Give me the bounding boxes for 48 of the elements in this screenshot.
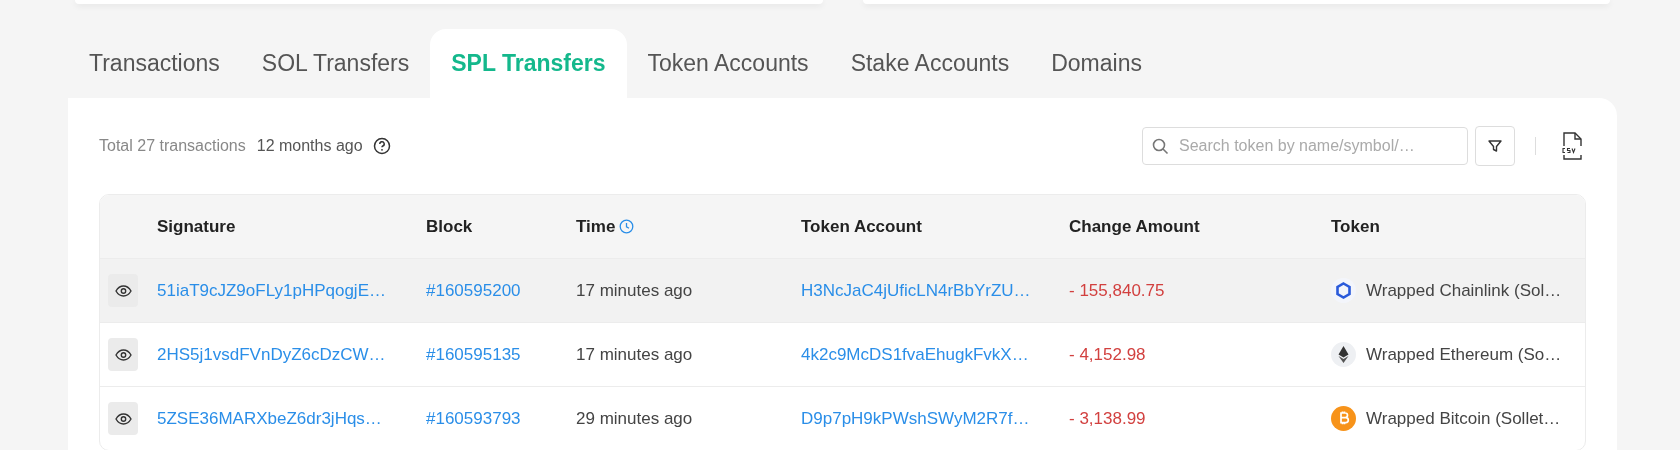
block-link[interactable]: #160593793	[426, 408, 521, 428]
account-link[interactable]: 4k2c9McDS1fvaEhugkFvkX…	[801, 344, 1029, 364]
amount-text: - 155,840.75	[1069, 280, 1165, 300]
token-name: Wrapped Chainlink (Sol…	[1366, 280, 1562, 301]
coin-icon	[1331, 406, 1356, 431]
view-button[interactable]	[108, 274, 138, 307]
tab[interactable]: SPL Transfers	[430, 29, 627, 98]
search-field[interactable]: Search token by name/symbol/…	[1142, 127, 1468, 165]
tab[interactable]: Domains	[1030, 29, 1163, 98]
transaction-count: Total 27 transactions	[99, 137, 246, 155]
column-header: Block	[426, 216, 474, 237]
column-header: Change Amount	[1069, 216, 1201, 237]
column-header: Token Account	[801, 216, 923, 237]
age-text: 12 months ago	[256, 137, 363, 155]
time-text: 17 minutes ago	[576, 344, 693, 364]
account-link[interactable]: H3NcJaC4jUficLN4rBbYrZU…	[801, 280, 1031, 300]
tab[interactable]: SOL Transfers	[240, 29, 431, 98]
amount-text: - 4,152.98	[1069, 344, 1146, 364]
signature-link[interactable]: 51iaT9cJZ9oFLy1pHPqogjE…	[157, 280, 386, 300]
help-icon[interactable]	[372, 137, 391, 155]
signature-link[interactable]: 2HS5j1vsdFVnDyZ6cDzCW…	[157, 344, 386, 364]
filter-button[interactable]	[1475, 126, 1515, 166]
column-header: Time	[576, 216, 616, 237]
block-link[interactable]: #160595200	[426, 280, 521, 300]
tab[interactable]: Stake Accounts	[829, 29, 1031, 98]
table-row[interactable]: 2HS5j1vsdFVnDyZ6cDzCW… #160595135 17 minutes ago 4k2c9McDS1fvaEhugkFvkX… - 4,152.98 Wrapped Ethereum (So…	[100, 322, 1585, 386]
column-header: Token	[1331, 216, 1381, 237]
tab[interactable]: Token Accounts	[626, 29, 830, 98]
eye-icon	[114, 348, 132, 361]
amount-text: - 3,138.99	[1069, 408, 1146, 428]
account-link[interactable]: D9p7pH9kPWshSWyM2R7f…	[801, 408, 1030, 428]
token-name: Wrapped Ethereum (So…	[1366, 344, 1562, 365]
clock-icon[interactable]	[619, 219, 635, 234]
filter-icon	[1487, 138, 1503, 154]
time-text: 17 minutes ago	[576, 280, 693, 300]
signature-link[interactable]: 5ZSE36MARXbeZ6dr3jHqs…	[157, 408, 382, 428]
eye-icon	[114, 412, 132, 425]
table-row[interactable]: 51iaT9cJZ9oFLy1pHPqogjE… #160595200 17 minutes ago H3NcJaC4jUficLN4rBbYrZU… - 155,840.75 Wrapped Chainlink (Sol…	[100, 258, 1585, 322]
block-link[interactable]: #160595135	[426, 344, 521, 364]
time-text: 29 minutes ago	[576, 408, 693, 428]
token-name: Wrapped Bitcoin (Sollet…	[1366, 408, 1561, 429]
tab[interactable]: Transactions	[68, 29, 241, 98]
view-button[interactable]	[108, 338, 138, 371]
column-header: Signature	[157, 216, 237, 237]
eye-icon	[114, 284, 132, 297]
view-button[interactable]	[108, 402, 138, 435]
table-row[interactable]: 5ZSE36MARXbeZ6dr3jHqs… #160593793 29 minutes ago D9p7pH9kPWshSWyM2R7f… - 3,138.99 Wrapped Bitcoin (Sollet…	[100, 386, 1585, 450]
search-icon	[1152, 138, 1169, 155]
